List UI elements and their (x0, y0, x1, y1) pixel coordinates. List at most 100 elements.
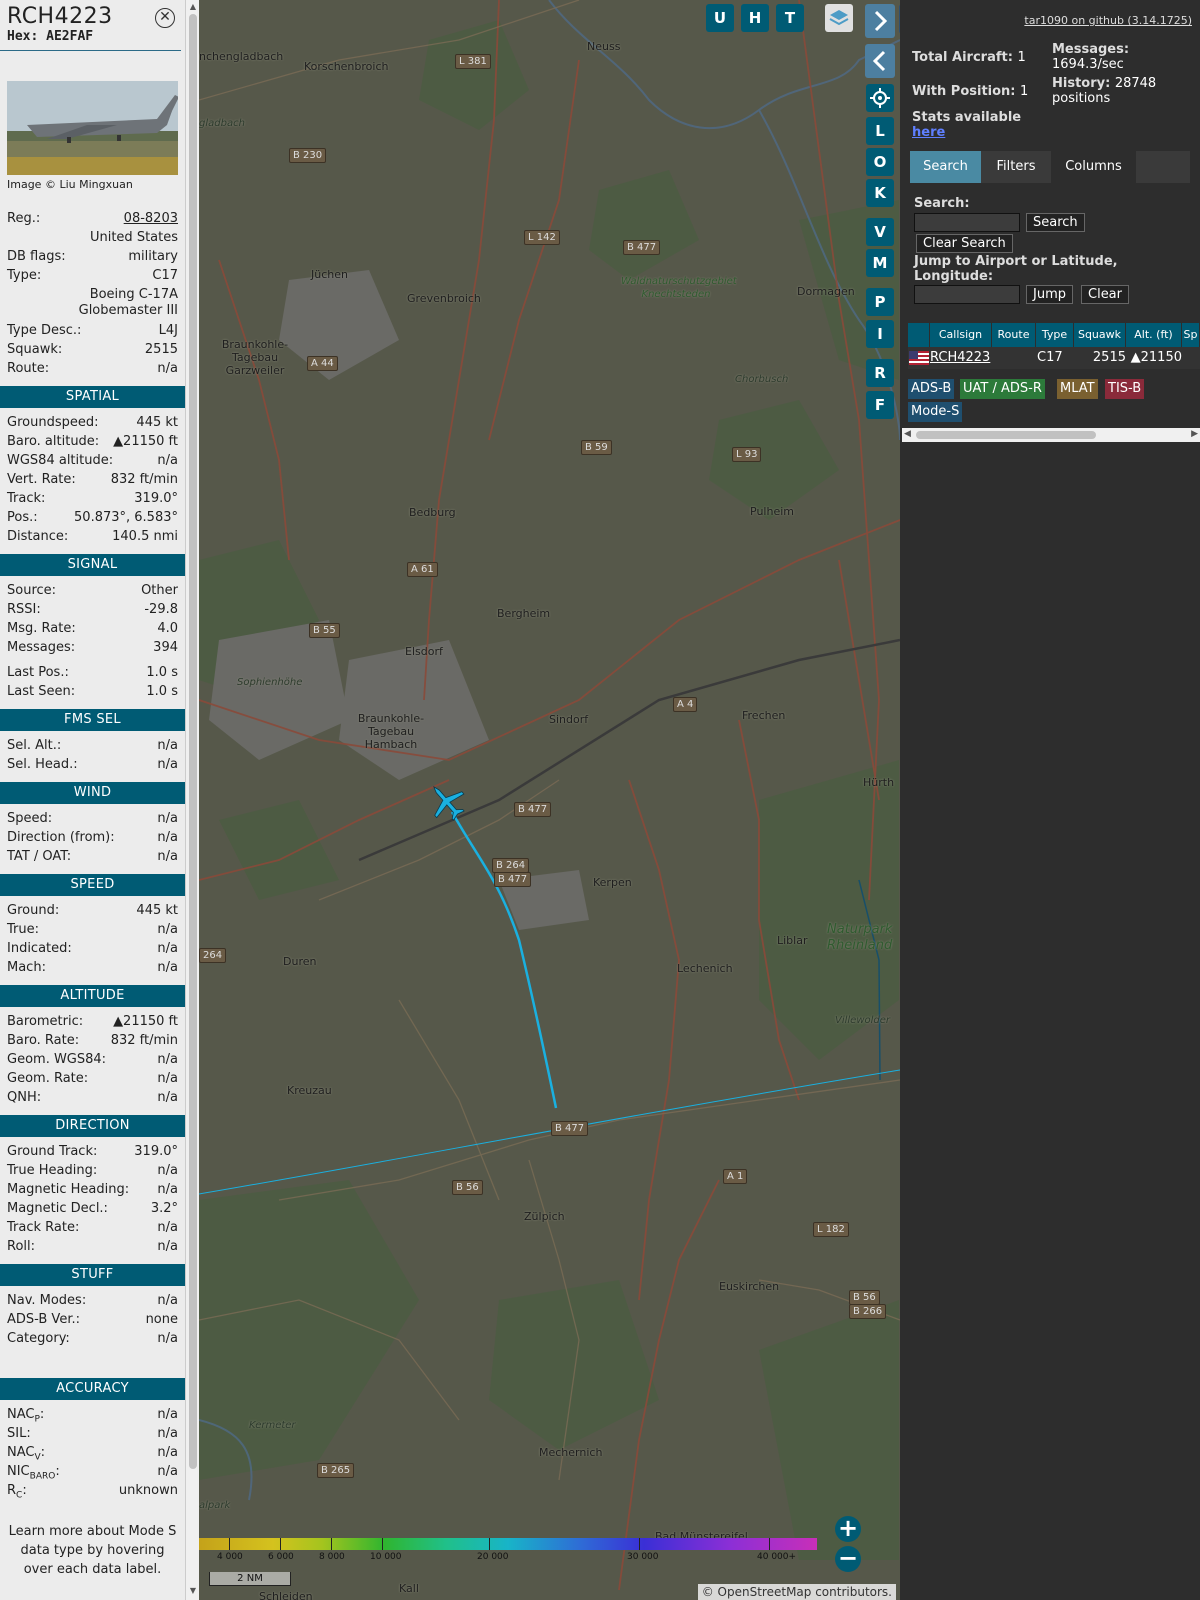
column-header-callsign[interactable]: Callsign (930, 323, 992, 347)
clear-search-button[interactable]: Clear Search (916, 234, 1013, 253)
info-row-label: NACP: (7, 1407, 45, 1425)
button-l[interactable]: L (866, 117, 894, 145)
info-row-value: L4J (158, 323, 178, 338)
info-header: RCH4223 Hex: AE2FAF ✕ (0, 0, 181, 51)
jump-button[interactable]: Jump (1026, 285, 1073, 304)
altitude-legend: 4 000 6 000 8 000 10 000 20 000 30 000 40 000+ (199, 1538, 817, 1562)
info-scrollbar[interactable]: ▲ ▼ (185, 0, 199, 1600)
road-shield: B 56 (849, 1290, 880, 1305)
search-label: Search: (914, 196, 970, 211)
legend-tick (382, 1538, 383, 1550)
info-row: Messages: 394 (0, 638, 185, 657)
button-r[interactable]: R (866, 359, 894, 387)
map-place-label: Waldnaturschutzgebiet Knechtsteden (621, 276, 737, 300)
close-icon[interactable]: ✕ (155, 8, 175, 28)
info-row: Vert. Rate: 832 ft/min (0, 470, 185, 489)
button-k[interactable]: K (866, 179, 894, 207)
github-link[interactable]: tar1090 on github (3.14.1725) (1024, 14, 1192, 27)
search-input[interactable] (914, 213, 1020, 232)
column-header-route[interactable]: Route (992, 323, 1036, 347)
legend-tick (229, 1538, 230, 1550)
hex-code: Hex: AE2FAF (7, 29, 94, 44)
gear-icon[interactable] (866, 84, 894, 112)
zoom-in-button[interactable]: + (835, 1516, 861, 1542)
tab-columns[interactable]: Columns (1051, 151, 1136, 183)
info-row-label: True: (7, 922, 39, 937)
road-shield: B 55 (309, 623, 340, 638)
info-row: NACV: n/a (0, 1443, 185, 1463)
info-row-label: RC: (7, 1483, 27, 1501)
button-o[interactable]: O (866, 148, 894, 176)
info-row-value: 319.0° (134, 491, 178, 506)
info-row: NACP: n/a (0, 1405, 185, 1425)
aircraft-marker-icon[interactable] (425, 780, 469, 824)
section-header-stuff: STUFF (0, 1264, 185, 1286)
map-place-label: Euskirchen (719, 1280, 780, 1293)
collapse-left-icon[interactable] (865, 44, 895, 78)
layers-icon[interactable] (825, 4, 853, 32)
info-row-value[interactable]: 08-8203 (124, 209, 178, 228)
search-button[interactable]: Search (1026, 213, 1085, 232)
info-row: Distance: 140.5 nmi (0, 527, 185, 546)
button-u[interactable]: U (706, 4, 734, 32)
button-v[interactable]: V (866, 218, 894, 246)
info-row: TAT / OAT: n/a (0, 847, 185, 866)
map-place-label: Bedburg (409, 506, 456, 519)
info-row-value: none (145, 1312, 178, 1327)
column-header-type[interactable]: Type (1036, 323, 1074, 347)
info-row-value: n/a (157, 1182, 178, 1197)
tab-search[interactable]: Search (910, 151, 981, 183)
table-scroll-thumb[interactable] (916, 431, 1096, 439)
road-shield: 264 (199, 948, 227, 963)
info-row: DB flags: military (0, 247, 185, 266)
road-shield: B 265 (317, 1463, 355, 1478)
scroll-right-icon[interactable]: ▶ (1191, 429, 1198, 439)
info-row-label: TAT / OAT: (7, 849, 72, 864)
scroll-left-icon[interactable]: ◀ (904, 429, 911, 439)
map-place-label: Zülpich (524, 1210, 565, 1223)
section-header-accuracy: ACCURACY (0, 1378, 185, 1400)
tab-filters[interactable]: Filters (983, 151, 1049, 183)
info-row-value: n/a (157, 960, 178, 975)
scroll-down-icon[interactable]: ▼ (188, 1586, 198, 1595)
column-header-speed[interactable]: Sp (1182, 323, 1200, 347)
column-header-altitude[interactable]: Alt. (ft) (1126, 323, 1182, 347)
attribution-link[interactable]: © OpenStreetMap (702, 1585, 812, 1599)
section-header-fms-sel: FMS SEL (0, 709, 185, 731)
button-m[interactable]: M (866, 249, 894, 277)
button-h[interactable]: H (741, 4, 769, 32)
info-row-value: 1.0 s (146, 684, 178, 699)
button-i[interactable]: I (866, 320, 894, 348)
info-row: Groundspeed: 445 kt (0, 413, 185, 432)
map-view[interactable]: Neuss Korschenbroich nchengladbach Jüchen Gr… (199, 0, 900, 1600)
button-p[interactable]: P (866, 288, 894, 316)
road-shield: B 266 (849, 1304, 887, 1319)
jump-input[interactable] (914, 285, 1020, 304)
button-t[interactable]: T (776, 4, 804, 32)
zoom-out-button[interactable]: − (835, 1546, 861, 1572)
info-row-value: 50.873°, 6.583° (74, 510, 178, 525)
column-header-squawk[interactable]: Squawk (1074, 323, 1126, 347)
info-row-value: 140.5 nmi (112, 529, 178, 544)
row-callsign[interactable]: RCH4223 (930, 347, 990, 369)
button-f[interactable]: F (866, 391, 894, 419)
info-row-value: -29.8 (144, 602, 178, 617)
map-place-label: Kreuzau (287, 1084, 332, 1097)
scroll-thumb[interactable] (189, 14, 197, 1469)
info-row: Last Pos.: 1.0 s (0, 663, 185, 682)
row-altitude: ▲21150 (1130, 350, 1182, 365)
info-row-value: n/a (157, 453, 178, 468)
map-place-label: Villewolder (835, 1015, 891, 1026)
expand-right-icon[interactable] (865, 4, 895, 38)
scroll-up-icon[interactable]: ▲ (188, 2, 198, 11)
info-row-label: ADS-B Ver.: (7, 1312, 80, 1327)
info-row-value: n/a (157, 1071, 178, 1086)
table-horizontal-scrollbar[interactable]: ◀ ▶ (902, 428, 1200, 442)
stats-link[interactable]: here (912, 125, 945, 140)
aircraft-photo[interactable] (7, 81, 178, 175)
clear-button[interactable]: Clear (1081, 285, 1129, 304)
section-header-direction: DIRECTION (0, 1115, 185, 1137)
column-header-flag[interactable] (908, 323, 930, 347)
with-position-value: 1 (1020, 84, 1029, 99)
info-row: Barometric: ▲21150 ft (0, 1012, 185, 1031)
